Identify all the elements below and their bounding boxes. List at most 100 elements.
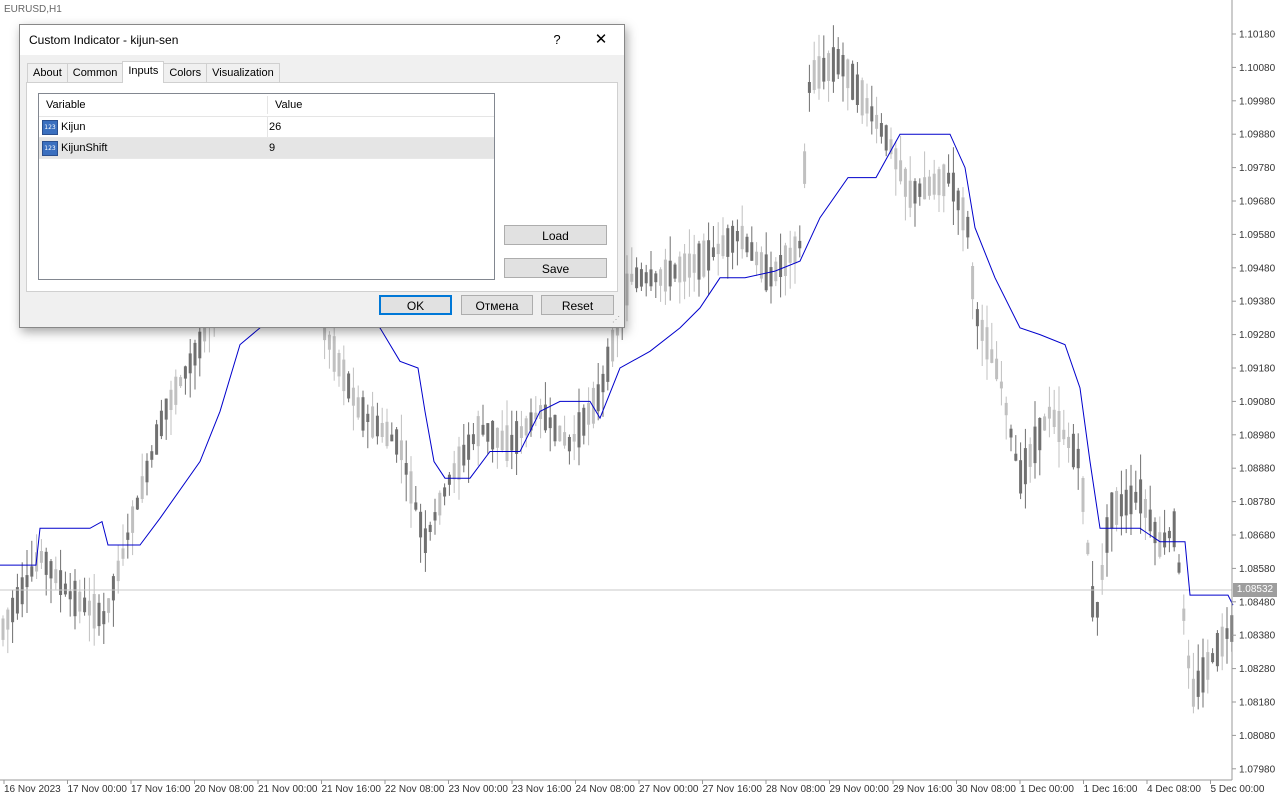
candle-body bbox=[961, 197, 965, 231]
time-tick-label: 27 Nov 16:00 bbox=[703, 784, 763, 795]
candle-body bbox=[947, 172, 951, 184]
candle-body bbox=[337, 353, 341, 377]
candle-body bbox=[447, 474, 451, 485]
candle-body bbox=[625, 273, 629, 306]
candle-body bbox=[438, 492, 442, 516]
candle-body bbox=[1206, 652, 1210, 680]
candle-body bbox=[951, 172, 955, 202]
candle-body bbox=[1215, 633, 1219, 667]
candle-body bbox=[563, 432, 567, 446]
candle-body bbox=[433, 512, 437, 521]
input-row-kijun[interactable]: 123 Kijun 26 bbox=[39, 117, 494, 138]
inputs-grid[interactable]: Variable Value 123 Kijun 26 123 KijunShi… bbox=[38, 93, 495, 280]
cancel-button[interactable]: Отмена bbox=[461, 295, 533, 315]
candle-body bbox=[1057, 411, 1061, 442]
candle-body bbox=[755, 251, 759, 266]
candle-body bbox=[145, 460, 149, 483]
candle-body bbox=[918, 183, 922, 197]
integer-type-icon: 123 bbox=[42, 141, 58, 156]
candle-body bbox=[879, 123, 883, 137]
candle-body bbox=[1134, 491, 1138, 503]
candle-body bbox=[409, 471, 413, 504]
candle-body bbox=[990, 349, 994, 363]
tab-visualization[interactable]: Visualization bbox=[206, 63, 280, 83]
price-tick-label: 1.08580 bbox=[1239, 564, 1276, 575]
candle-body bbox=[913, 181, 917, 204]
close-button[interactable]: ✕ bbox=[586, 29, 616, 51]
tab-about[interactable]: About bbox=[27, 63, 68, 83]
tab-inputs[interactable]: Inputs bbox=[122, 61, 165, 83]
tab-colors[interactable]: Colors bbox=[163, 63, 208, 83]
candle-body bbox=[419, 511, 423, 538]
column-header-value[interactable]: Value bbox=[268, 94, 302, 116]
candle-body bbox=[630, 273, 634, 282]
resize-grip-icon[interactable]: ⋰ bbox=[612, 315, 622, 325]
time-tick-label: 4 Dec 08:00 bbox=[1147, 784, 1201, 795]
candle-body bbox=[721, 235, 725, 257]
candle-body bbox=[476, 416, 480, 447]
candle-body bbox=[812, 60, 816, 90]
candle-body bbox=[11, 597, 15, 623]
price-axis: 1.10180 1.10080 1.09980 1.09880 1.09780 1.096… bbox=[1232, 30, 1276, 775]
candle-body bbox=[1004, 402, 1008, 416]
price-tick-label: 1.09880 bbox=[1239, 130, 1276, 141]
reset-button[interactable]: Reset bbox=[541, 295, 614, 315]
dialog-titlebar[interactable]: Custom Indicator - kijun-sen ? ✕ bbox=[20, 25, 624, 55]
candle-body bbox=[1220, 626, 1224, 657]
candle-body bbox=[831, 47, 835, 82]
price-tick-label: 1.08880 bbox=[1239, 464, 1276, 475]
time-tick-label: 17 Nov 16:00 bbox=[131, 784, 191, 795]
candle-body bbox=[193, 342, 197, 366]
price-tick-label: 1.08380 bbox=[1239, 631, 1276, 642]
candle-body bbox=[6, 609, 10, 630]
column-header-variable[interactable]: Variable bbox=[39, 94, 86, 116]
candle-body bbox=[1052, 409, 1056, 427]
candle-body bbox=[995, 358, 999, 380]
price-tick-label: 1.08280 bbox=[1239, 664, 1276, 675]
candle-body bbox=[414, 502, 418, 510]
candle-body bbox=[1182, 608, 1186, 621]
candle-body bbox=[1023, 448, 1027, 485]
candle-body bbox=[697, 243, 701, 280]
time-tick-label: 21 Nov 16:00 bbox=[322, 784, 382, 795]
time-tick-label: 20 Nov 08:00 bbox=[195, 784, 255, 795]
candle-body bbox=[644, 272, 648, 284]
price-tick-label: 1.09580 bbox=[1239, 230, 1276, 241]
load-button[interactable]: Load bbox=[504, 225, 607, 245]
save-button[interactable]: Save bbox=[504, 258, 607, 278]
candle-body bbox=[59, 570, 63, 595]
tab-common[interactable]: Common bbox=[66, 63, 124, 83]
candle-body bbox=[817, 56, 821, 89]
candle-body bbox=[908, 180, 912, 208]
variable-value[interactable]: 9 bbox=[269, 138, 275, 158]
candle-body bbox=[87, 600, 91, 616]
candle-body bbox=[788, 247, 792, 263]
variable-value[interactable]: 26 bbox=[269, 117, 281, 137]
candle-body bbox=[668, 260, 672, 287]
candle-body bbox=[15, 587, 19, 614]
candle-body bbox=[659, 269, 663, 286]
candle-body bbox=[39, 551, 43, 563]
candle-body bbox=[356, 397, 360, 418]
time-tick-label: 28 Nov 08:00 bbox=[766, 784, 826, 795]
candle-body bbox=[1148, 509, 1152, 532]
candle-body bbox=[855, 74, 859, 105]
candle-body bbox=[1100, 565, 1104, 580]
candle-body bbox=[1211, 653, 1215, 663]
candle-body bbox=[846, 59, 850, 89]
ok-button[interactable]: OK bbox=[379, 295, 452, 315]
candle-body bbox=[404, 463, 408, 475]
price-tick-label: 1.09380 bbox=[1239, 297, 1276, 308]
candle-body bbox=[49, 561, 53, 579]
candle-body bbox=[923, 177, 927, 200]
candle-body bbox=[327, 334, 331, 350]
price-tick-label: 1.09280 bbox=[1239, 330, 1276, 341]
candle-body bbox=[179, 377, 183, 387]
input-row-kijunshift[interactable]: 123 KijunShift 9 bbox=[39, 138, 494, 159]
time-tick-label: 23 Nov 16:00 bbox=[512, 784, 572, 795]
candle-body bbox=[20, 577, 24, 605]
candle-body bbox=[937, 169, 941, 196]
candle-body bbox=[999, 381, 1003, 389]
help-button[interactable]: ? bbox=[544, 29, 570, 51]
candle-body bbox=[395, 429, 399, 455]
